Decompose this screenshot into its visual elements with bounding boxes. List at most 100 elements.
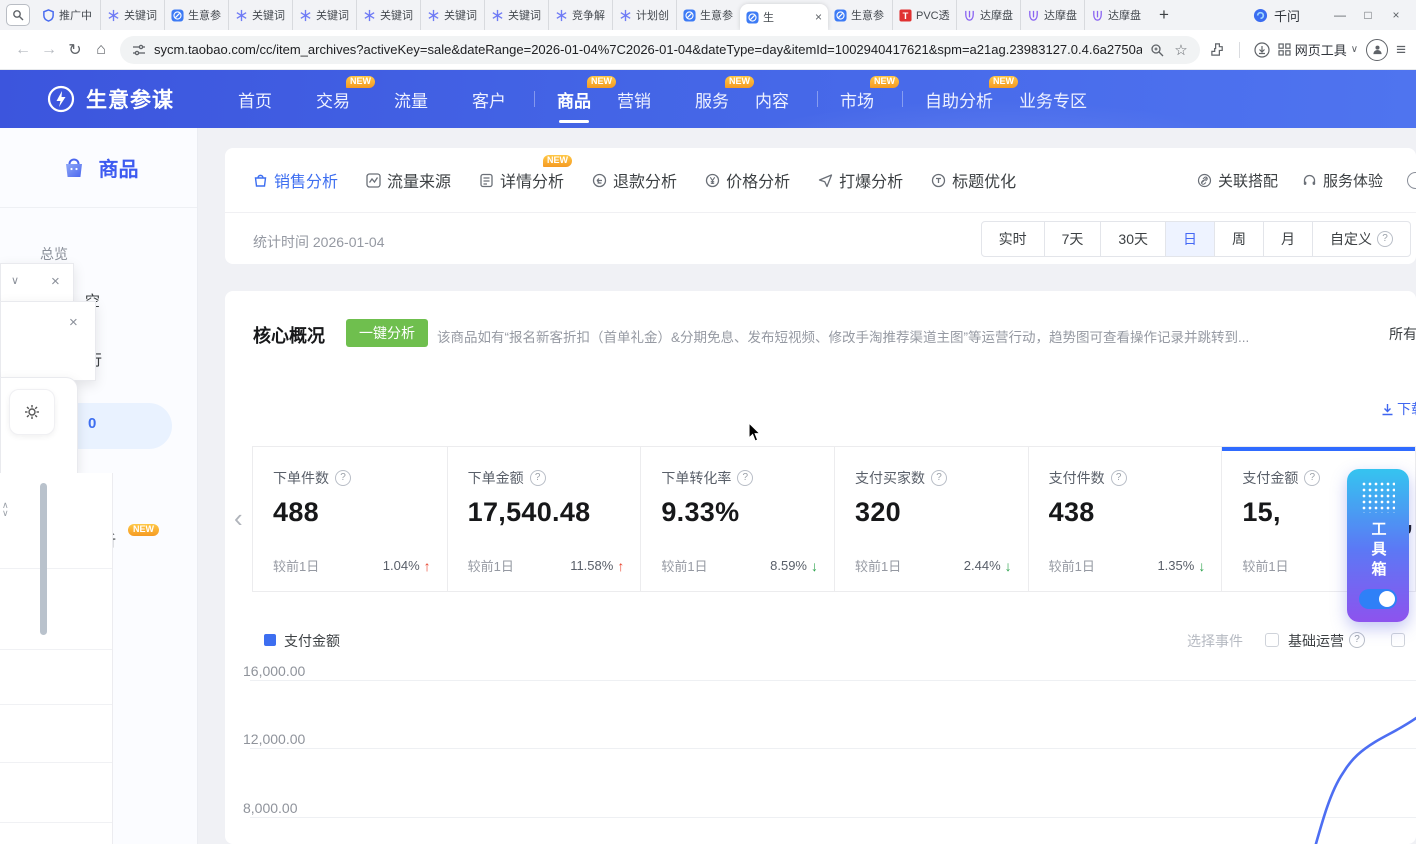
sycm-brand[interactable]: 生意参谋 <box>46 84 174 114</box>
new-tab-button[interactable]: + <box>1152 3 1176 27</box>
tab-detail-analysis[interactable]: 详情分析NEW <box>479 168 564 192</box>
trend-line-chart[interactable] <box>240 650 1416 844</box>
browser-tab[interactable]: 达摩盘 <box>956 0 1020 30</box>
event-checkbox[interactable] <box>1391 633 1405 647</box>
browser-tab[interactable]: 关键词 <box>292 0 356 30</box>
up-arrow-icon: ↑ <box>617 558 624 574</box>
nav-item-content[interactable]: 内容 <box>755 87 789 112</box>
browser-tab[interactable]: 关键词 <box>228 0 292 30</box>
metric-card-order-items[interactable]: 下单件数? 488 较前1日1.04%↑ <box>253 447 447 591</box>
toolbox-widget[interactable]: 工具箱 <box>1347 469 1409 622</box>
url-bar[interactable]: sycm.taobao.com/cc/item_archives?activeK… <box>120 36 1200 64</box>
tab-search-icon[interactable] <box>6 4 30 26</box>
browser-tab[interactable]: 关键词 <box>100 0 164 30</box>
nav-item-traffic[interactable]: 流量 <box>394 87 428 112</box>
web-tools-menu[interactable]: 网页工具 ∨ <box>1278 40 1358 59</box>
collapse-handle[interactable]: ∧ ∨ <box>2 501 9 517</box>
chevron-down-icon[interactable]: ∨ <box>11 274 19 287</box>
home-button[interactable]: ⌂ <box>88 41 114 59</box>
settings-button[interactable] <box>9 389 55 435</box>
url-text[interactable]: sycm.taobao.com/cc/item_archives?activeK… <box>154 42 1142 57</box>
close-icon[interactable]: × <box>69 315 78 330</box>
metric-card-order-amount[interactable]: 下单金额? 17,540.48 较前1日11.58%↑ <box>447 447 641 591</box>
browser-tab[interactable]: 关键词 <box>420 0 484 30</box>
tab-close-icon[interactable]: × <box>815 11 822 23</box>
sidebar-item-overview[interactable]: 总览 <box>40 244 68 264</box>
maximize-button[interactable]: □ <box>1354 8 1382 22</box>
browser-tab[interactable]: 关键词 <box>356 0 420 30</box>
browser-tab[interactable]: 生意参 <box>676 0 740 30</box>
metric-card-order-conversion[interactable]: 下单转化率? 9.33% 较前1日8.59%↓ <box>640 447 834 591</box>
one-click-analysis-button[interactable]: 一键分析 <box>346 319 428 347</box>
metric-value: 17,540.48 <box>468 497 621 528</box>
range-30d[interactable]: 30天 <box>1100 221 1166 257</box>
legend-label[interactable]: 支付金额 <box>284 631 340 651</box>
browser-tab[interactable]: 计划创 <box>612 0 676 30</box>
tab-title-optimize[interactable]: 标题优化 <box>931 168 1016 192</box>
damo-favicon <box>1027 9 1040 22</box>
browser-tab[interactable]: 生意参 <box>828 0 892 30</box>
range-day[interactable]: 日 <box>1165 221 1215 257</box>
nav-item-trade[interactable]: 交易NEW <box>316 87 350 112</box>
qianwen-assistant-button[interactable]: 千问 <box>1253 6 1300 25</box>
event-checkbox[interactable] <box>1265 633 1279 647</box>
browser-tab[interactable]: TPVC透 <box>892 0 956 30</box>
extensions-icon[interactable] <box>1210 42 1225 57</box>
damo-favicon <box>963 9 976 22</box>
minimize-button[interactable]: — <box>1326 8 1354 22</box>
range-7d[interactable]: 7天 <box>1044 221 1102 257</box>
nav-item-item[interactable]: 商品NEW <box>557 87 591 112</box>
tab-hot-analysis[interactable]: 打爆分析 <box>818 168 903 192</box>
tab-sales-analysis[interactable]: 销售分析 <box>253 168 338 192</box>
nav-divider <box>817 91 818 107</box>
down-arrow-icon: ↓ <box>1198 558 1205 574</box>
tab-refund-analysis[interactable]: 退款分析 <box>592 168 677 192</box>
sidebar-header: 商品 <box>0 136 197 198</box>
downloads-icon[interactable] <box>1254 42 1270 58</box>
nav-item-customer[interactable]: 客户 <box>472 87 506 112</box>
link-service-experience[interactable]: 服务体验 <box>1302 170 1383 191</box>
overview-corner-text[interactable]: 所有 <box>1389 324 1416 344</box>
metric-card-pay-items[interactable]: 支付件数? 438 较前1日1.35%↓ <box>1028 447 1222 591</box>
profile-avatar[interactable] <box>1366 39 1388 61</box>
down-arrow-icon: ↓ <box>1005 558 1012 574</box>
nav-item-business-zone[interactable]: 业务专区 <box>1019 87 1087 112</box>
nav-item-market[interactable]: 市场NEW <box>840 87 874 112</box>
forward-button[interactable]: → <box>36 41 62 59</box>
range-realtime[interactable]: 实时 <box>981 221 1045 257</box>
bookmark-star-icon[interactable]: ☆ <box>1174 41 1187 59</box>
browser-tab-active[interactable]: 生× <box>740 4 828 30</box>
nav-item-self-analysis[interactable]: 自助分析NEW <box>925 87 993 112</box>
back-button[interactable]: ← <box>10 41 36 59</box>
download-link[interactable]: 下载 <box>1381 399 1416 419</box>
browser-tab[interactable]: 达摩盘 <box>1084 0 1148 30</box>
tab-price-analysis[interactable]: 价格分析 <box>705 168 790 192</box>
browser-tab[interactable]: 达摩盘 <box>1020 0 1084 30</box>
link-related-collocation[interactable]: 关联搭配 <box>1197 170 1278 191</box>
zoom-icon[interactable] <box>1150 43 1164 57</box>
event-option-basic-ops[interactable]: 基础运营 <box>1288 631 1344 651</box>
metric-card-pay-buyers[interactable]: 支付买家数? 320 较前1日2.44%↓ <box>834 447 1028 591</box>
reload-button[interactable]: ↻ <box>62 40 88 60</box>
help-icon: ? <box>1111 470 1127 486</box>
tab-traffic-source[interactable]: 流量来源 <box>366 168 451 192</box>
cards-scroll-left-chevron[interactable]: ‹ <box>234 503 243 534</box>
range-month[interactable]: 月 <box>1263 221 1313 257</box>
nav-item-service[interactable]: 服务NEW <box>695 87 729 112</box>
browser-tab[interactable]: 关键词 <box>484 0 548 30</box>
nav-item-marketing[interactable]: 营销 <box>617 87 651 112</box>
browser-tab[interactable]: 竞争解 <box>548 0 612 30</box>
sidebar-item-partial-selected[interactable]: 0 <box>88 415 96 432</box>
scrollbar-thumb[interactable] <box>40 483 47 635</box>
browser-tab[interactable]: 生意参 <box>164 0 228 30</box>
menu-icon[interactable]: ≡ <box>1396 40 1406 60</box>
close-button[interactable]: × <box>1382 8 1410 22</box>
close-icon[interactable]: × <box>51 274 60 289</box>
site-settings-icon[interactable] <box>132 43 146 57</box>
browser-tab[interactable]: 推广中 <box>36 0 100 30</box>
range-custom[interactable]: 自定义? <box>1312 221 1411 257</box>
toolbox-label: 工具箱 <box>1368 521 1389 581</box>
toolbox-toggle[interactable] <box>1359 589 1397 609</box>
range-week[interactable]: 周 <box>1214 221 1264 257</box>
nav-item-home[interactable]: 首页 <box>238 87 272 112</box>
